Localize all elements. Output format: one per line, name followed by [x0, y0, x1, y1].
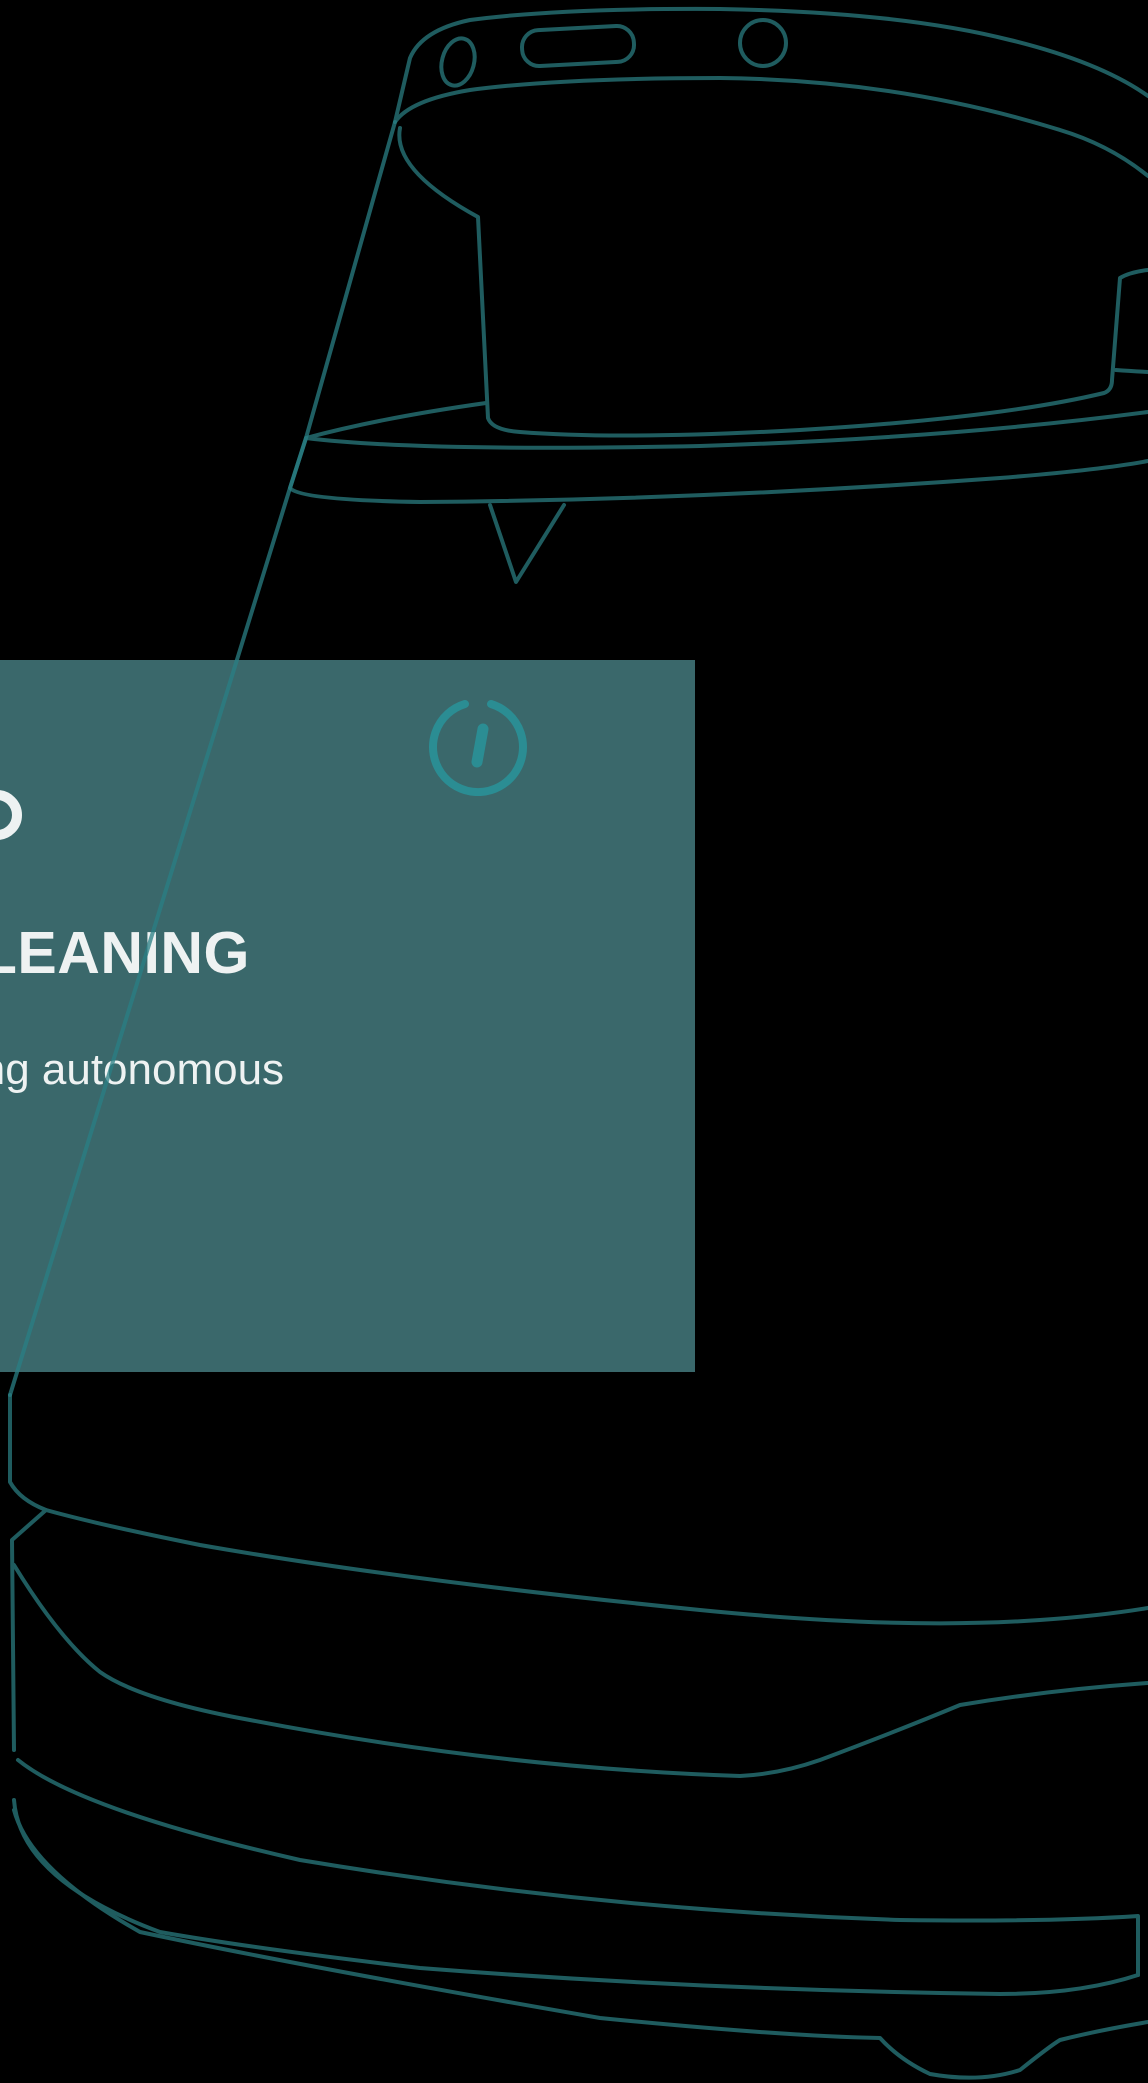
robot-head-inner-rim	[393, 76, 1148, 178]
robot-sensor-slot	[520, 23, 636, 69]
hero-card: URE OF CLEANING ading autonomous	[0, 660, 695, 1372]
robot-shoulder-ring-back	[304, 401, 488, 440]
robot-body-seam	[44, 1508, 1148, 1626]
hero-card-background	[0, 660, 695, 1372]
hero-title: URE OF CLEANING	[0, 920, 250, 986]
power-icon[interactable]	[427, 694, 529, 796]
robot-base	[12, 1808, 1148, 2080]
robot-indicator	[488, 503, 566, 584]
robot-tray	[397, 126, 1148, 438]
hero-subtitle: ading autonomous	[0, 1045, 285, 1094]
robot-shoulder-ring	[304, 410, 1148, 450]
brand-logo-icon	[0, 790, 22, 840]
robot-sensor-right	[738, 18, 788, 68]
robot-body-edge	[8, 1393, 48, 1752]
robot-sensor-left	[439, 36, 477, 88]
robot-tray-line	[1114, 368, 1148, 374]
